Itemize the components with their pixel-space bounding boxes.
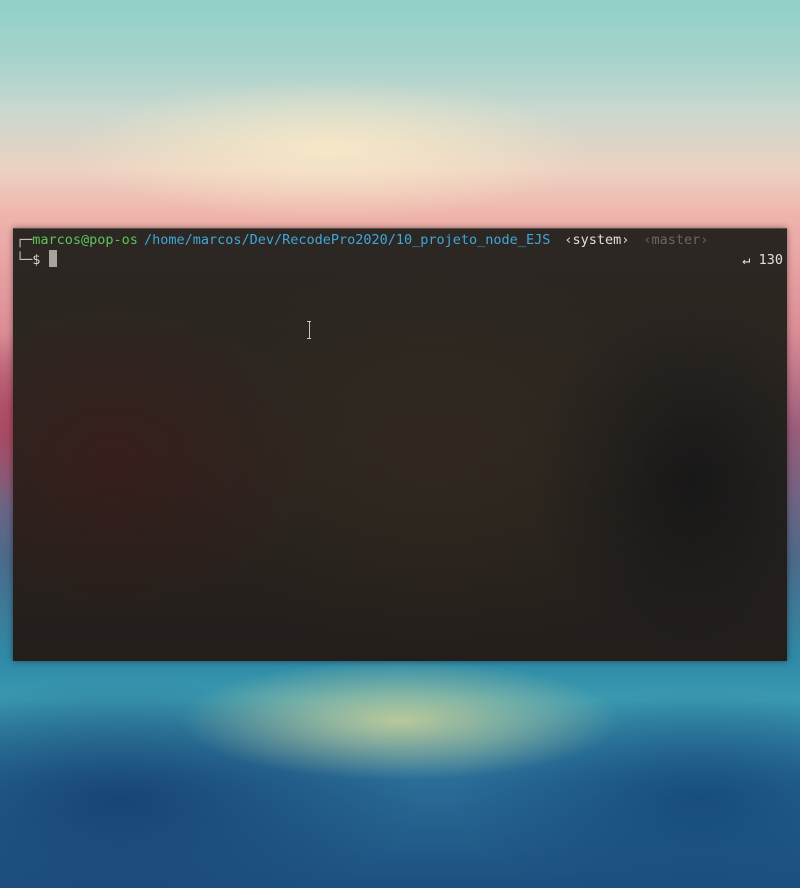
prompt-box-bottom: └─	[16, 252, 33, 268]
prompt-cwd: /home/marcos/Dev/RecodePro2020/10_projet…	[143, 232, 551, 248]
prompt-line-1: ┌─marcos@pop-os/home/marcos/Dev/RecodePr…	[16, 230, 708, 250]
terminal-window[interactable]: ┌─marcos@pop-os/home/marcos/Dev/RecodePr…	[13, 228, 787, 661]
text-cursor-ibeam-icon	[307, 321, 311, 339]
text-cursor-block	[49, 250, 58, 267]
ibeam-stem	[308, 322, 310, 338]
prompt-symbol: $	[32, 252, 41, 268]
prompt-git-branch: ‹master›	[643, 232, 709, 248]
prompt-env: ‹system›	[564, 232, 630, 248]
exit-status: ↵ 130	[742, 252, 783, 268]
prompt-box-top: ┌─	[16, 232, 33, 248]
ibeam-cap-bottom	[307, 338, 311, 339]
prompt-user-host: marcos@pop-os	[32, 232, 138, 248]
prompt-line-2[interactable]: └─$	[16, 250, 58, 270]
